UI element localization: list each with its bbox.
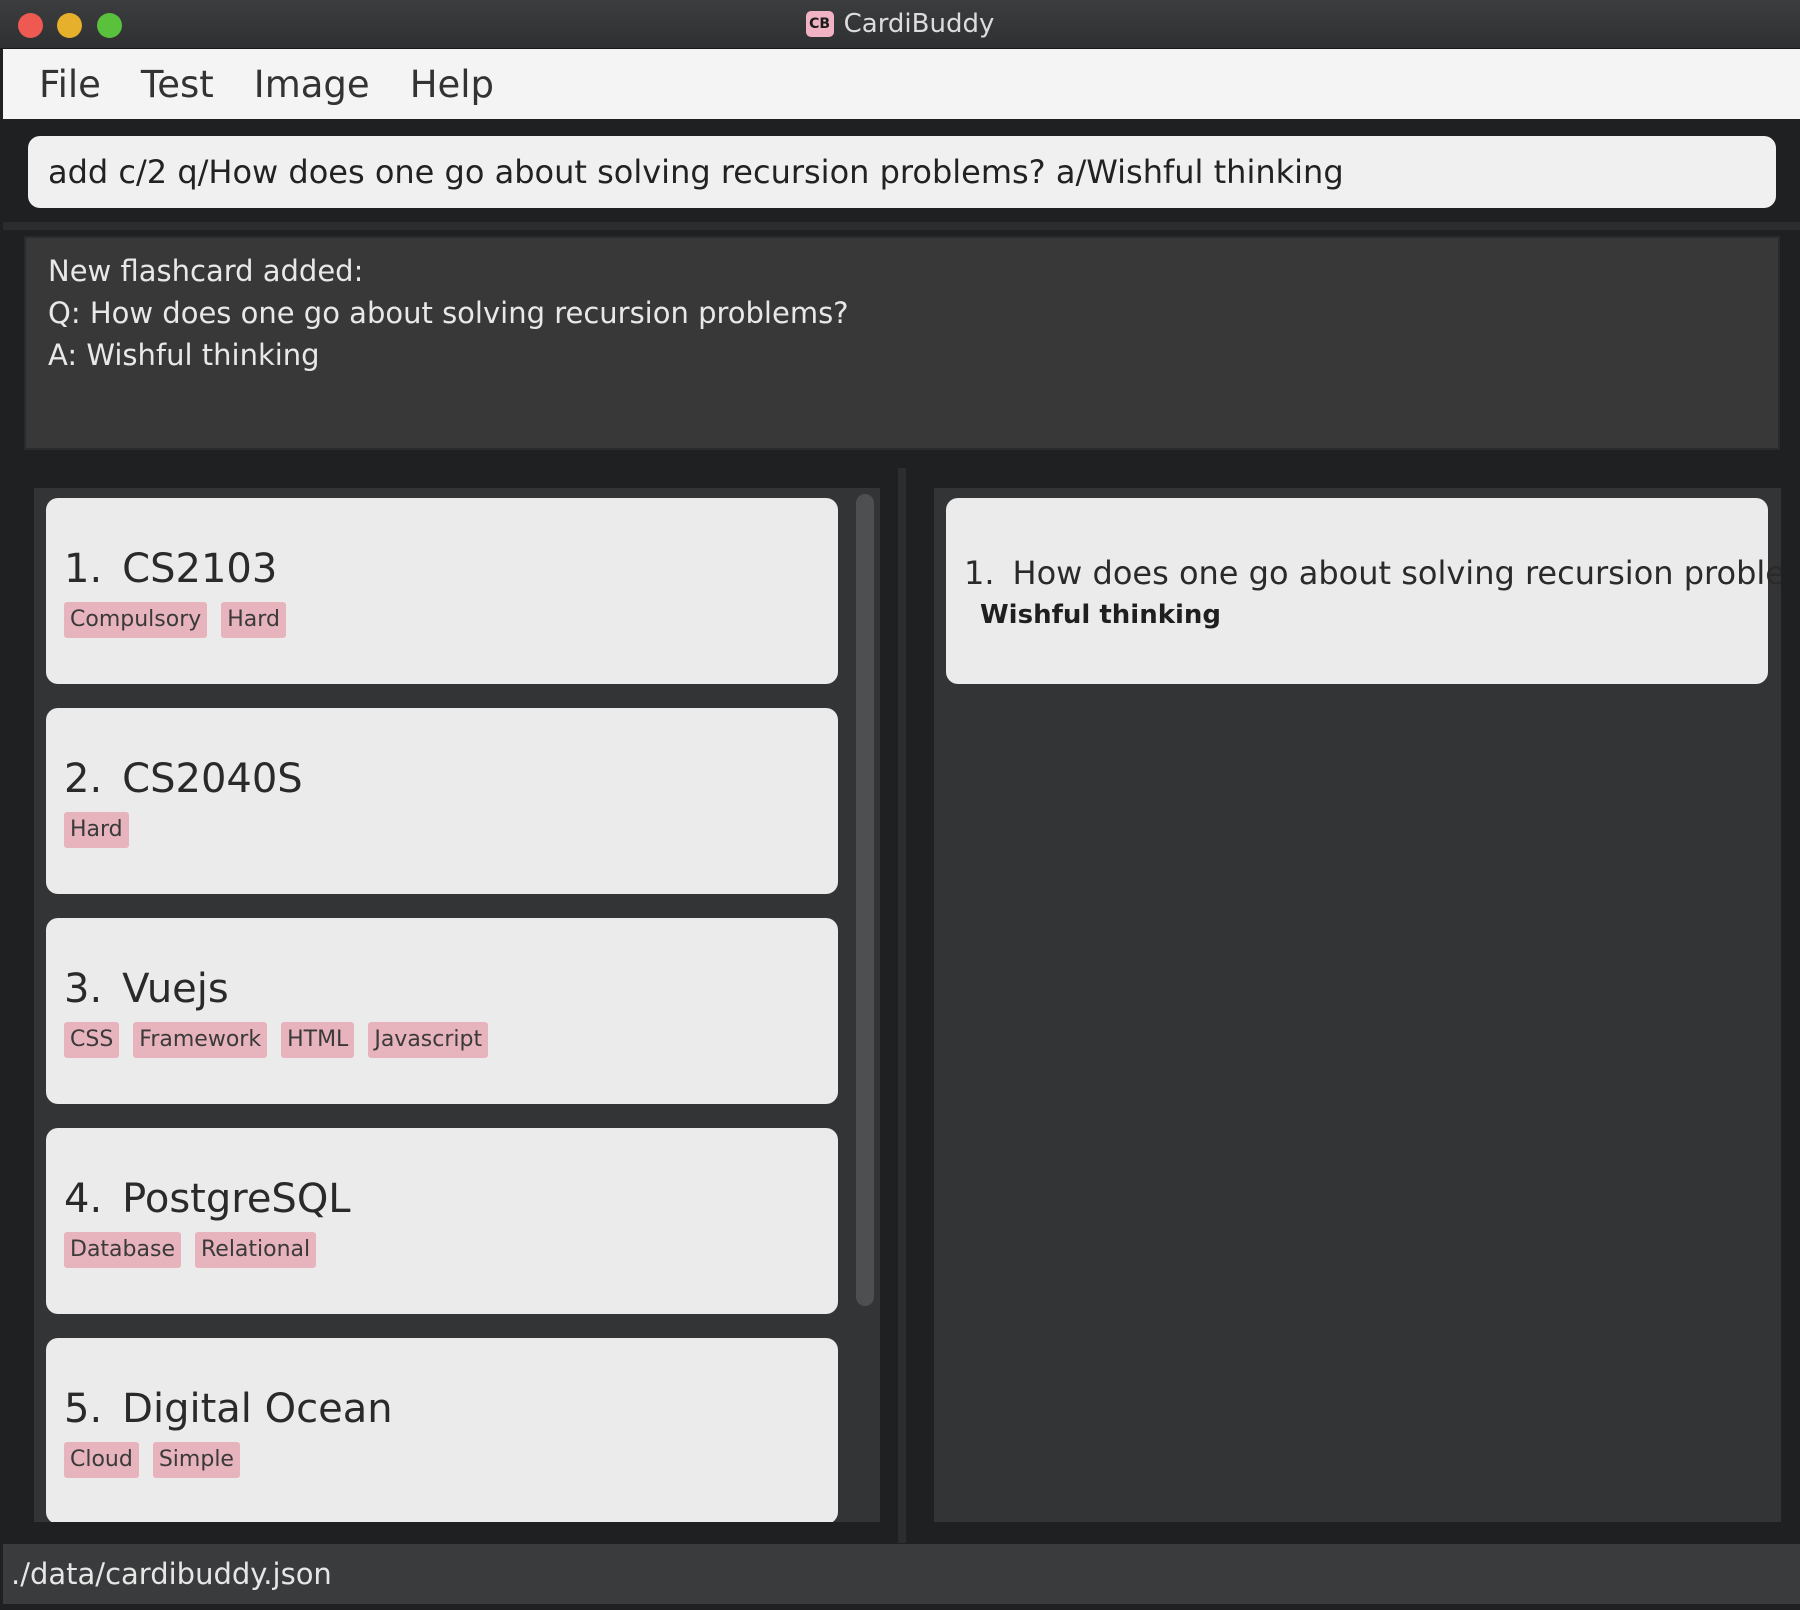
tag: Hard <box>64 812 129 848</box>
panel-divider <box>898 468 906 1543</box>
result-line: New flashcard added: <box>48 254 364 288</box>
title-bar: CB CardiBuddy <box>0 0 1800 49</box>
deck-title: 5. Digital Ocean <box>64 1386 393 1432</box>
flashcard-list-panel: 1. How does one go about solving recursio… <box>934 488 1781 1522</box>
tag: Compulsory <box>64 602 208 638</box>
deck-list-scrollbar[interactable] <box>856 494 874 1306</box>
divider <box>3 222 1800 230</box>
window-title: CardiBuddy <box>843 9 995 39</box>
deck-title: 4. PostgreSQL <box>64 1176 351 1222</box>
deck-tags: Hard <box>64 812 129 848</box>
result-line: Q: How does one go about solving recursi… <box>48 296 849 330</box>
deck-name: Vuejs <box>122 966 229 1012</box>
deck-index: 1. <box>64 546 103 592</box>
result-line: A: Wishful thinking <box>48 338 320 372</box>
tag: Hard <box>221 602 286 638</box>
status-bar: ./data/cardibuddy.json <box>3 1544 1800 1604</box>
tag: Simple <box>152 1442 240 1478</box>
deck-index: 4. <box>64 1176 103 1222</box>
app-window: CB CardiBuddy File Test Image Help New f… <box>0 0 1800 1610</box>
menu-test[interactable]: Test <box>141 63 214 106</box>
deck-tags: Database Relational <box>64 1232 317 1268</box>
command-input[interactable] <box>46 152 1776 192</box>
command-box[interactable] <box>28 136 1776 208</box>
deck-tags: Compulsory Hard <box>64 602 286 638</box>
menu-bar: File Test Image Help <box>3 49 1800 119</box>
deck-card[interactable]: 2. CS2040S Hard <box>46 708 838 894</box>
deck-title: 2. CS2040S <box>64 756 303 802</box>
deck-index: 3. <box>64 966 103 1012</box>
flashcard-question: 1. How does one go about solving recursio… <box>964 554 1781 592</box>
tag: Relational <box>194 1232 317 1268</box>
deck-list-panel: 1. CS2103 Compulsory Hard 2. CS2040S Hard … <box>34 488 880 1522</box>
menu-help[interactable]: Help <box>410 63 494 106</box>
tag: Framework <box>133 1022 268 1058</box>
deck-card[interactable]: 5. Digital Ocean Cloud Simple <box>46 1338 838 1522</box>
flashcard-index: 1. <box>964 554 995 592</box>
deck-name: CS2040S <box>122 756 303 802</box>
deck-card[interactable]: 1. CS2103 Compulsory Hard <box>46 498 838 684</box>
deck-card[interactable]: 3. Vuejs CSS Framework HTML Javascript <box>46 918 838 1104</box>
deck-name: CS2103 <box>122 546 278 592</box>
tag: Database <box>64 1232 181 1268</box>
tag: Javascript <box>368 1022 489 1058</box>
deck-index: 2. <box>64 756 103 802</box>
deck-tags: CSS Framework HTML Javascript <box>64 1022 489 1058</box>
result-display: New flashcard added: Q: How does one go … <box>24 236 1780 450</box>
window-title-group: CB CardiBuddy <box>0 0 1800 48</box>
deck-name: PostgreSQL <box>122 1176 351 1222</box>
deck-name: Digital Ocean <box>122 1386 393 1432</box>
flashcard-question-text: How does one go about solving recursion … <box>1012 554 1781 592</box>
deck-card[interactable]: 4. PostgreSQL Database Relational <box>46 1128 838 1314</box>
flashcard-answer: Wishful thinking <box>980 600 1222 630</box>
status-file-path: ./data/cardibuddy.json <box>11 1557 332 1591</box>
menu-file[interactable]: File <box>39 63 101 106</box>
deck-title: 1. CS2103 <box>64 546 277 592</box>
tag: CSS <box>64 1022 120 1058</box>
tag: HTML <box>281 1022 355 1058</box>
menu-image[interactable]: Image <box>254 63 370 106</box>
deck-index: 5. <box>64 1386 103 1432</box>
deck-title: 3. Vuejs <box>64 966 229 1012</box>
deck-tags: Cloud Simple <box>64 1442 240 1478</box>
tag: Cloud <box>64 1442 139 1478</box>
flashcard-card[interactable]: 1. How does one go about solving recursio… <box>946 498 1781 684</box>
app-logo-icon: CB <box>805 11 834 37</box>
